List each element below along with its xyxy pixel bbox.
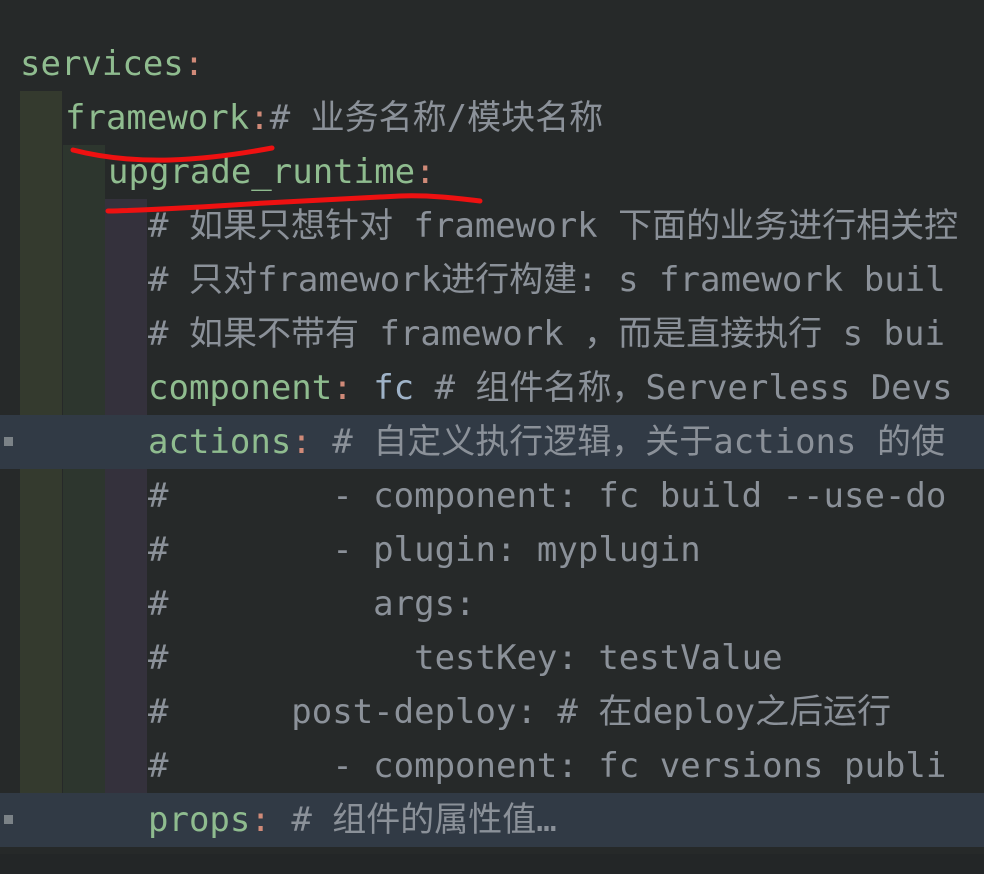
yaml-colon: : [183, 44, 205, 84]
line-comment-2[interactable]: # 只对framework进行构建: s framework buil [0, 253, 984, 307]
fold-marker[interactable] [4, 437, 13, 446]
yaml-colon: : [249, 98, 270, 138]
yaml-value: fc [352, 368, 415, 408]
yaml-comment: # 业务名称/模块名称 [269, 98, 604, 138]
yaml-key: actions [148, 422, 292, 462]
line-comment-1[interactable]: # 如果只想针对 framework 下面的业务进行相关控 [0, 199, 984, 253]
yaml-comment: # 组件名称，Serverless Devs [414, 368, 953, 408]
line-framework[interactable]: framework:# 业务名称/模块名称 [0, 91, 984, 145]
yaml-comment: # - component: fc build --use-do [148, 476, 947, 516]
yaml-key: services [20, 44, 184, 84]
yaml-key: framework [65, 98, 250, 138]
line-comment-4[interactable]: # - component: fc build --use-do [0, 469, 984, 523]
yaml-colon: : [415, 152, 436, 192]
line-services[interactable]: services: [0, 37, 984, 91]
code-editor[interactable]: services: framework:# 业务名称/模块名称 upgrade_ru… [0, 0, 984, 874]
yaml-key: props [148, 800, 251, 840]
yaml-comment: # post-deploy: # 在deploy之后运行 [148, 692, 892, 732]
yaml-comment: # - plugin: myplugin [148, 530, 701, 570]
line-component[interactable]: component: fc # 组件名称，Serverless Devs [0, 361, 984, 415]
line-actions[interactable]: actions: # 自定义执行逻辑，关于actions 的使 [0, 415, 984, 469]
line-comment-8[interactable]: # post-deploy: # 在deploy之后运行 [0, 685, 984, 739]
yaml-comment: # 组件的属性值 [270, 800, 537, 840]
line-props[interactable]: props: # 组件的属性值… [0, 793, 984, 847]
yaml-comment: # args: [148, 584, 476, 624]
line-comment-5[interactable]: # - plugin: myplugin [0, 523, 984, 577]
yaml-comment: # 如果只想针对 framework 下面的业务进行相关控 [148, 206, 959, 246]
yaml-colon: : [332, 368, 353, 408]
yaml-comment: # - component: fc versions publi [148, 746, 947, 786]
yaml-colon: : [250, 800, 271, 840]
code-surface[interactable]: services: framework:# 业务名称/模块名称 upgrade_ru… [0, 28, 984, 854]
line-comment-3[interactable]: # 如果不带有 framework ，而是直接执行 s bui [0, 307, 984, 361]
yaml-comment: # 只对framework进行构建: s framework buil [148, 260, 946, 300]
editor-top-edge [0, 0, 984, 28]
line-comment-7[interactable]: # testKey: testValue [0, 631, 984, 685]
line-upgrade-runtime[interactable]: upgrade_runtime: [0, 145, 984, 199]
fold-marker[interactable] [4, 815, 13, 824]
yaml-key: component [148, 368, 333, 408]
yaml-comment: # testKey: testValue [148, 638, 783, 678]
editor-bottom-edge [0, 854, 984, 874]
yaml-comment: # 如果不带有 framework ，而是直接执行 s bui [148, 314, 945, 354]
yaml-key: upgrade_runtime [108, 152, 416, 192]
yaml-comment: # 自定义执行逻辑，关于actions 的使 [311, 422, 945, 462]
folded-region-ellipsis[interactable]: … [536, 800, 556, 840]
line-comment-9[interactable]: # - component: fc versions publi [0, 739, 984, 793]
yaml-colon: : [291, 422, 312, 462]
line-comment-6[interactable]: # args: [0, 577, 984, 631]
